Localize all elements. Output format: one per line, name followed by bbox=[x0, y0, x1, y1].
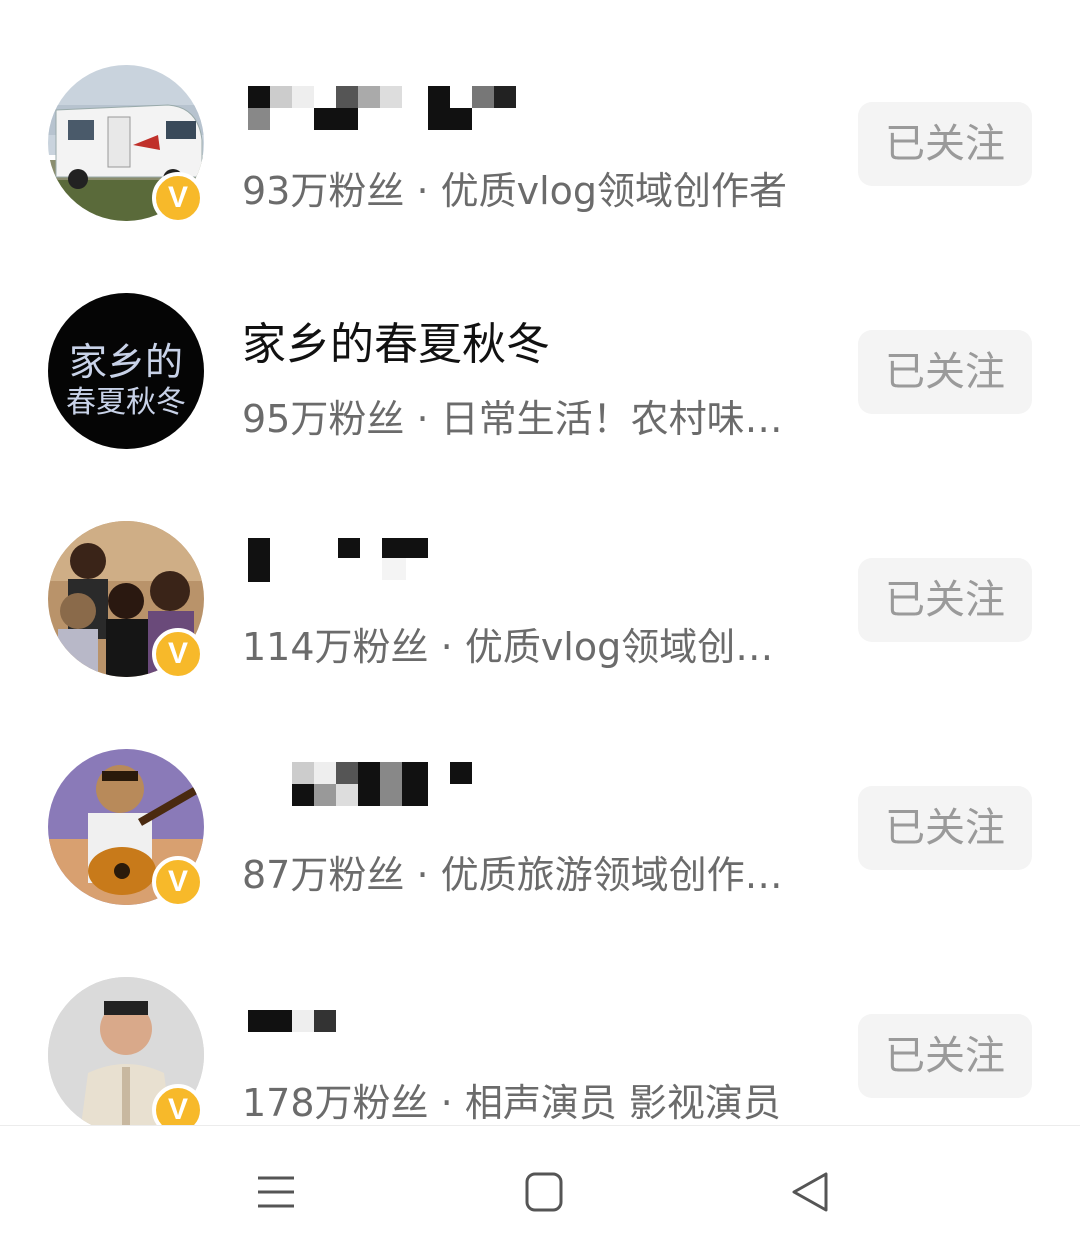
list-item[interactable]: V 87万粉丝 · 优质旅游领域创作… 已关注 bbox=[0, 714, 1080, 942]
followed-button[interactable]: 已关注 bbox=[858, 786, 1032, 870]
creator-meta: 93万粉丝 · 优质vlog领域创作者 bbox=[242, 160, 822, 215]
follower-count: 114万粉丝 bbox=[242, 625, 429, 669]
creator-description: 优质vlog领域创… bbox=[464, 625, 774, 669]
follow-list: V 93万粉丝 · 优质vlog领域创作者 已关注 家乡的 春夏秋冬 家乡的春夏… bbox=[0, 0, 1080, 1125]
follower-count: 87万粉丝 bbox=[242, 853, 405, 897]
creator-meta: 87万粉丝 · 优质旅游领域创作… bbox=[242, 844, 822, 899]
list-item[interactable]: V 114万粉丝 · 优质vlog领域创… 已关注 bbox=[0, 486, 1080, 714]
menu-icon[interactable] bbox=[252, 1168, 300, 1216]
followed-button[interactable]: 已关注 bbox=[858, 1014, 1032, 1098]
creator-meta: 95万粉丝 · 日常生活！农村味… bbox=[242, 388, 822, 443]
followed-button[interactable]: 已关注 bbox=[858, 558, 1032, 642]
follower-count: 93万粉丝 bbox=[242, 169, 405, 213]
verified-badge-icon: V bbox=[152, 1084, 204, 1125]
avatar[interactable]: V bbox=[48, 521, 204, 680]
separator: · bbox=[440, 625, 453, 669]
text-logo-avatar: 家乡的 春夏秋冬 bbox=[48, 293, 204, 449]
separator: · bbox=[416, 397, 429, 441]
separator: · bbox=[440, 1081, 453, 1125]
creator-meta: 114万粉丝 · 优质vlog领域创… bbox=[242, 616, 822, 671]
verified-badge-icon: V bbox=[152, 856, 204, 908]
follower-count: 178万粉丝 bbox=[242, 1081, 429, 1125]
screen: V 93万粉丝 · 优质vlog领域创作者 已关注 家乡的 春夏秋冬 家乡的春夏… bbox=[0, 0, 1080, 1256]
follower-count: 95万粉丝 bbox=[242, 397, 405, 441]
creator-description: 优质vlog领域创作者 bbox=[440, 169, 788, 213]
avatar[interactable]: V bbox=[48, 65, 204, 224]
creator-meta: 178万粉丝 · 相声演员 影视演员 bbox=[242, 1072, 822, 1125]
list-item[interactable]: V 93万粉丝 · 优质vlog领域创作者 已关注 bbox=[0, 30, 1080, 258]
creator-description: 优质旅游领域创作… bbox=[440, 853, 783, 897]
back-triangle-icon[interactable] bbox=[786, 1168, 834, 1216]
separator: · bbox=[416, 169, 429, 213]
system-nav-bar bbox=[0, 1125, 1080, 1256]
verified-badge-icon: V bbox=[152, 172, 204, 224]
verified-badge-icon: V bbox=[152, 628, 204, 680]
avatar[interactable]: 家乡的 春夏秋冬 bbox=[48, 293, 204, 449]
followed-button[interactable]: 已关注 bbox=[858, 330, 1032, 414]
separator: · bbox=[416, 853, 429, 897]
home-square-icon[interactable] bbox=[520, 1168, 568, 1216]
creator-name: 家乡的春夏秋冬 bbox=[242, 319, 550, 370]
list-item[interactable]: 家乡的 春夏秋冬 家乡的春夏秋冬 95万粉丝 · 日常生活！农村味… 已关注 bbox=[0, 258, 1080, 486]
list-item[interactable]: V 178万粉丝 · 相声演员 影视演员 已关注 bbox=[0, 942, 1080, 1125]
followed-button[interactable]: 已关注 bbox=[858, 102, 1032, 186]
creator-description: 相声演员 影视演员 bbox=[464, 1081, 781, 1125]
avatar[interactable]: V bbox=[48, 749, 204, 908]
creator-description: 日常生活！农村味… bbox=[440, 397, 783, 441]
avatar[interactable]: V bbox=[48, 977, 204, 1125]
avatar-text-line2: 春夏秋冬 bbox=[66, 385, 186, 420]
